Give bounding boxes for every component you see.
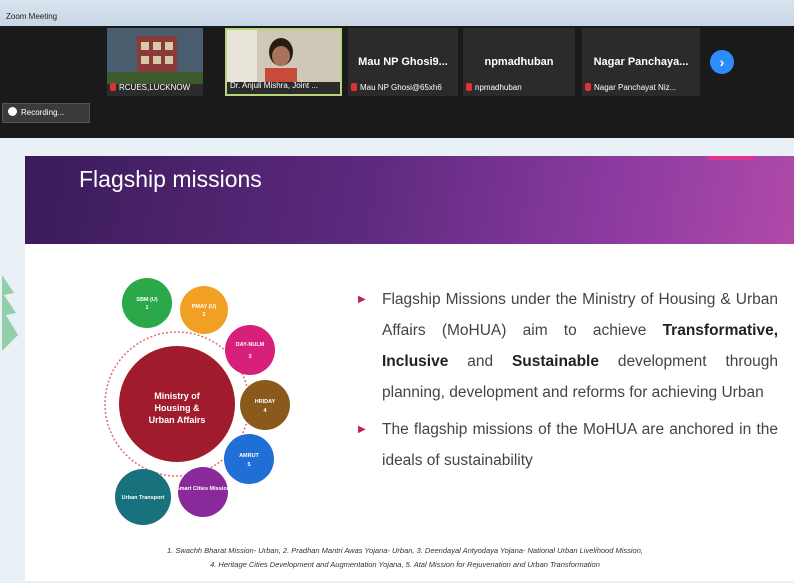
presentation-slide: Flagship missions Ministry of Housing & … [25, 156, 794, 581]
slide-bullets: Flagship Missions under the Ministry of … [358, 284, 778, 476]
participant-name: npmadhuban [463, 83, 575, 92]
mission-number: 3 [248, 354, 251, 360]
recording-indicator[interactable]: Recording... [2, 103, 90, 123]
mission-number: 1 [145, 305, 148, 311]
recording-icon [8, 107, 17, 116]
participant-display-name: npmadhuban [484, 56, 554, 68]
mic-muted-icon [351, 83, 357, 91]
mission-hriday [240, 380, 290, 430]
mission-pmay [180, 286, 228, 334]
participant-tile[interactable]: npmadhuban npmadhuban [463, 28, 575, 96]
participant-display-name: Nagar Panchaya... [593, 56, 689, 68]
participant-name: Mau NP Ghosi@65xh6 [348, 83, 458, 92]
center-label-line3: Urban Affairs [149, 415, 206, 425]
bullet-item: Flagship Missions under the Ministry of … [358, 284, 778, 408]
mic-muted-icon [466, 83, 472, 91]
participant-name: RCUES,LUCKNOW [107, 83, 203, 92]
mission-label: Smart Cities Mission [176, 486, 231, 492]
mission-label: SBM (U) [136, 297, 158, 303]
mission-sbm [122, 278, 172, 328]
mission-amrut [224, 434, 274, 484]
chevron-right-icon: › [719, 54, 725, 70]
next-participants-button[interactable]: › [710, 50, 734, 74]
mission-label: DAY-NULM [236, 342, 265, 348]
mission-day-nulm [225, 325, 275, 375]
participant-tile[interactable]: Nagar Panchaya... Nagar Panchayat Niz... [582, 28, 700, 96]
banner-accent [708, 156, 754, 160]
mission-label: PMAY (U) [192, 304, 217, 310]
mic-muted-icon [110, 83, 116, 91]
mission-label: AMRUT [239, 453, 259, 459]
mission-number: 2 [202, 312, 205, 318]
participant-video [227, 30, 340, 82]
participant-tile-active-speaker[interactable]: Dr. Anjuli Mishra, Joint ... [225, 28, 342, 96]
leaf-decoration-icon [2, 275, 18, 351]
bullet-item: The flagship missions of the MoHUA are a… [358, 414, 778, 476]
participant-tile[interactable]: Mau NP Ghosi9... Mau NP Ghosi@65xh6 [348, 28, 458, 96]
participant-name: Nagar Panchayat Niz... [582, 83, 700, 92]
participant-video [107, 28, 203, 84]
participant-name: Dr. Anjuli Mishra, Joint ... [230, 81, 319, 90]
mission-label: HRIDAY [255, 399, 276, 405]
participant-tile[interactable]: RCUES,LUCKNOW [107, 28, 203, 96]
center-label-line1: Ministry of [154, 391, 201, 401]
slide-footnote: 1. Swachh Bharat Mission- Urban, 2. Prad… [167, 546, 643, 569]
recording-label: Recording... [21, 108, 65, 117]
mission-number: 5 [247, 462, 250, 468]
mic-muted-icon [585, 83, 591, 91]
shared-screen: Flagship missions Ministry of Housing & … [0, 138, 794, 583]
window-titlebar: Zoom Meeting [0, 0, 794, 26]
center-label-line2: Housing & [155, 403, 200, 413]
participant-display-name: Mau NP Ghosi9... [358, 56, 448, 68]
missions-diagram: Ministry of Housing & Urban Affairs SBM … [104, 278, 290, 525]
mission-label: Urban Transport [122, 495, 165, 501]
slide-title: Flagship missions [79, 166, 262, 192]
window-title: Zoom Meeting [6, 12, 58, 21]
mission-smart-cities [178, 467, 228, 517]
slide-banner: Flagship missions [25, 156, 794, 244]
